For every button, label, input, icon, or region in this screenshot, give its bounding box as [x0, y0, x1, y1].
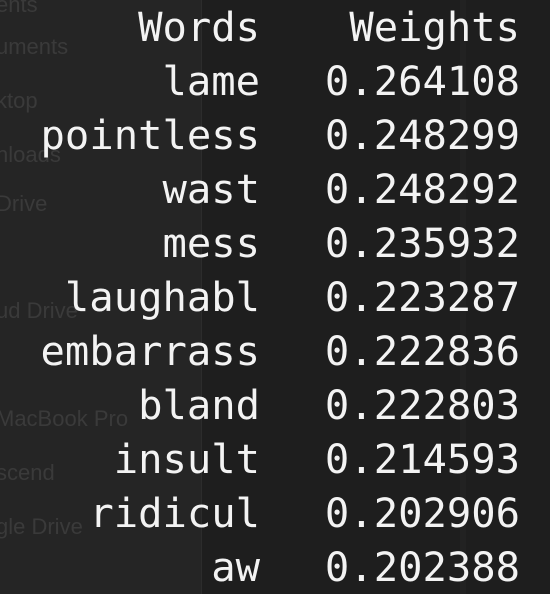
word-weights-table: Words Weights lame 0.264108 pointless 0.… [0, 0, 550, 594]
table-row: insult 0.214593 [0, 432, 550, 486]
word-cell: bland [138, 381, 260, 429]
table-row: wast 0.248292 [0, 162, 550, 216]
weight-cell: 0.214593 [324, 435, 520, 483]
word-cell: pointless [40, 111, 260, 159]
weight-cell: 0.202906 [324, 489, 520, 537]
word-cell: aw [211, 543, 260, 591]
word-cell: lame [162, 57, 260, 105]
terminal-window: ents uments ktop nloads Drive ud Drive M… [0, 0, 550, 594]
word-cell: wast [162, 165, 260, 213]
weight-cell: 0.264108 [324, 57, 520, 105]
table-header-row: Words Weights [0, 0, 550, 54]
table-row: mess 0.235932 [0, 216, 550, 270]
header-words: Words [138, 3, 260, 51]
weight-cell: 0.248292 [324, 165, 520, 213]
word-cell: insult [113, 435, 260, 483]
table-row: pointless 0.248299 [0, 108, 550, 162]
table-row: embarrass 0.222836 [0, 324, 550, 378]
word-cell: mess [162, 219, 260, 267]
word-cell: ridicul [89, 489, 260, 537]
table-row: bland 0.222803 [0, 378, 550, 432]
table-row: laughabl 0.223287 [0, 270, 550, 324]
word-cell: embarrass [40, 327, 260, 375]
weight-cell: 0.222836 [324, 327, 520, 375]
weight-cell: 0.235932 [324, 219, 520, 267]
table-row: lame 0.264108 [0, 54, 550, 108]
word-cell: laughabl [64, 273, 260, 321]
weight-cell: 0.223287 [324, 273, 520, 321]
weight-cell: 0.248299 [324, 111, 520, 159]
table-row: aw 0.202388 [0, 540, 550, 594]
table-row: ridicul 0.202906 [0, 486, 550, 540]
header-weights: Weights [349, 3, 520, 51]
weight-cell: 0.202388 [324, 543, 520, 591]
weight-cell: 0.222803 [324, 381, 520, 429]
